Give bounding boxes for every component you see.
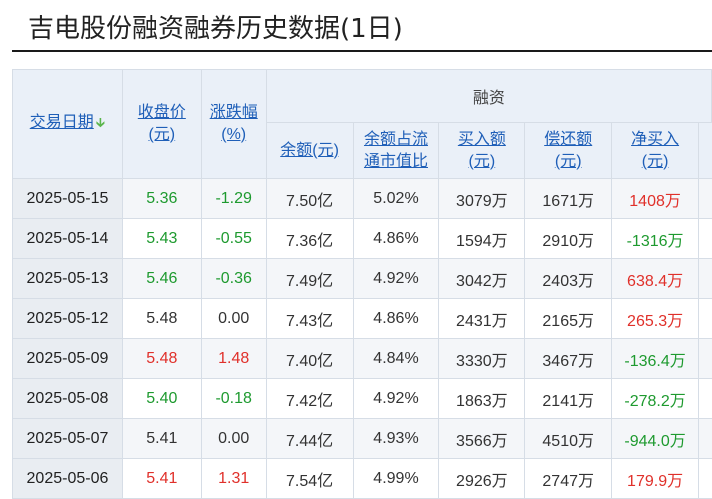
cell-change: 0.00: [200, 298, 267, 339]
cell-close: 5.41: [121, 418, 202, 459]
cell-change: -0.18: [200, 378, 267, 419]
cell-net-buy: 638.4万: [611, 258, 700, 299]
table-row: 2025-05-15 5.36 -1.29 7.50亿 5.02% 3079万 …: [12, 178, 712, 219]
cell-ratio: 5.02%: [352, 178, 440, 219]
col-header-close[interactable]: 收盘价 (元): [121, 69, 202, 179]
cell-balance: 7.44亿: [265, 418, 354, 459]
cell-net-buy: 265.3万: [611, 298, 700, 339]
group-header-financing: 融资: [265, 69, 712, 123]
cell-repay: 1671万: [524, 178, 613, 219]
cell-clipped: [698, 218, 712, 259]
cell-date: 2025-05-12: [12, 298, 123, 339]
page-header: 吉电股份融资融券历史数据(1日): [0, 0, 712, 52]
cell-date: 2025-05-07: [12, 418, 123, 459]
ratio-header-line2[interactable]: 通市值比: [354, 151, 438, 173]
col-header-date[interactable]: 交易日期 🡳: [12, 69, 123, 179]
table-row: 2025-05-09 5.48 1.48 7.40亿 4.84% 3330万 3…: [12, 338, 712, 379]
cell-net-buy: -944.0万: [611, 418, 700, 459]
cell-ratio: 4.84%: [352, 338, 440, 379]
sort-down-arrow-icon[interactable]: 🡳: [96, 115, 105, 130]
cell-repay: 4510万: [524, 418, 613, 459]
cell-ratio: 4.86%: [352, 298, 440, 339]
table-row: 2025-05-12 5.48 0.00 7.43亿 4.86% 2431万 2…: [12, 298, 712, 339]
net-header-line1[interactable]: 净买入: [613, 129, 698, 151]
cell-clipped: [698, 298, 712, 339]
cell-clipped: [698, 178, 712, 219]
title-underline: [12, 50, 712, 52]
cell-change: -1.29: [200, 178, 267, 219]
col-header-clipped: [698, 122, 712, 179]
col-header-repay[interactable]: 偿还额 (元): [524, 122, 613, 179]
cell-clipped: [698, 418, 712, 459]
sort-date-link[interactable]: 交易日期: [30, 114, 94, 131]
cell-buy: 1594万: [438, 218, 526, 259]
cell-date: 2025-05-08: [12, 378, 123, 419]
cell-ratio: 4.92%: [352, 258, 440, 299]
cell-buy: 1863万: [438, 378, 526, 419]
cell-date: 2025-05-14: [12, 218, 123, 259]
col-header-buy[interactable]: 买入额 (元): [438, 122, 526, 179]
table-row: 2025-05-14 5.43 -0.55 7.36亿 4.86% 1594万 …: [12, 218, 712, 259]
ratio-header-line1[interactable]: 余额占流: [354, 129, 438, 151]
cell-repay: 2141万: [524, 378, 613, 419]
cell-balance: 7.42亿: [265, 378, 354, 419]
cell-net-buy: 1408万: [611, 178, 700, 219]
cell-close: 5.43: [121, 218, 202, 259]
cell-ratio: 4.93%: [352, 418, 440, 459]
cell-ratio: 4.92%: [352, 378, 440, 419]
buy-header-line2[interactable]: (元): [440, 151, 524, 173]
cell-close: 5.48: [121, 298, 202, 339]
cell-buy: 3330万: [438, 338, 526, 379]
cell-buy: 2431万: [438, 298, 526, 339]
buy-header-line1[interactable]: 买入额: [440, 129, 524, 151]
cell-clipped: [698, 338, 712, 379]
cell-balance: 7.43亿: [265, 298, 354, 339]
close-header-line1[interactable]: 收盘价: [123, 102, 200, 124]
net-header-line2[interactable]: (元): [613, 151, 698, 173]
cell-buy: 3566万: [438, 418, 526, 459]
balance-header[interactable]: 余额(元): [280, 142, 339, 159]
cell-close: 5.36: [121, 178, 202, 219]
change-header-line2[interactable]: (%): [202, 124, 265, 146]
table-row: 2025-05-08 5.40 -0.18 7.42亿 4.92% 1863万 …: [12, 378, 712, 419]
cell-balance: 7.36亿: [265, 218, 354, 259]
col-header-net-buy[interactable]: 净买入 (元): [611, 122, 700, 179]
col-header-change[interactable]: 涨跌幅 (%): [200, 69, 267, 179]
margin-trading-table: 交易日期 🡳 收盘价 (元) 涨跌幅 (%) 融资 余额(元) 余额占流 通市值比…: [12, 69, 712, 499]
cell-close: 5.48: [121, 338, 202, 379]
cell-net-buy: -1316万: [611, 218, 700, 259]
cell-date: 2025-05-15: [12, 178, 123, 219]
col-header-balance[interactable]: 余额(元): [265, 122, 354, 179]
page-title: 吉电股份融资融券历史数据(1日): [28, 14, 403, 44]
cell-ratio: 4.86%: [352, 218, 440, 259]
cell-repay: 2403万: [524, 258, 613, 299]
cell-close: 5.40: [121, 378, 202, 419]
cell-net-buy: -136.4万: [611, 338, 700, 379]
cell-repay: 2165万: [524, 298, 613, 339]
repay-header-line1[interactable]: 偿还额: [526, 129, 611, 151]
table-row: 2025-05-07 5.41 0.00 7.44亿 4.93% 3566万 4…: [12, 418, 712, 459]
cell-change: -0.55: [200, 218, 267, 259]
table-row: 2025-05-13 5.46 -0.36 7.49亿 4.92% 3042万 …: [12, 258, 712, 299]
repay-header-line2[interactable]: (元): [526, 151, 611, 173]
cell-balance: 7.50亿: [265, 178, 354, 219]
cell-date: 2025-05-09: [12, 338, 123, 379]
cell-change: -0.36: [200, 258, 267, 299]
close-header-line2[interactable]: (元): [123, 124, 200, 146]
cell-close: 5.46: [121, 258, 202, 299]
cell-buy: 3079万: [438, 178, 526, 219]
cell-buy: 3042万: [438, 258, 526, 299]
cell-clipped: [698, 378, 712, 419]
cell-repay: 2910万: [524, 218, 613, 259]
cell-net-buy: -278.2万: [611, 378, 700, 419]
change-header-line1[interactable]: 涨跌幅: [202, 102, 265, 124]
cell-balance: 7.49亿: [265, 258, 354, 299]
cell-date: 2025-05-13: [12, 258, 123, 299]
cell-repay: 3467万: [524, 338, 613, 379]
cell-balance: 7.40亿: [265, 338, 354, 379]
cell-clipped: [698, 258, 712, 299]
cell-change: 0.00: [200, 418, 267, 459]
cell-change: 1.48: [200, 338, 267, 379]
col-header-ratio[interactable]: 余额占流 通市值比: [352, 122, 440, 179]
